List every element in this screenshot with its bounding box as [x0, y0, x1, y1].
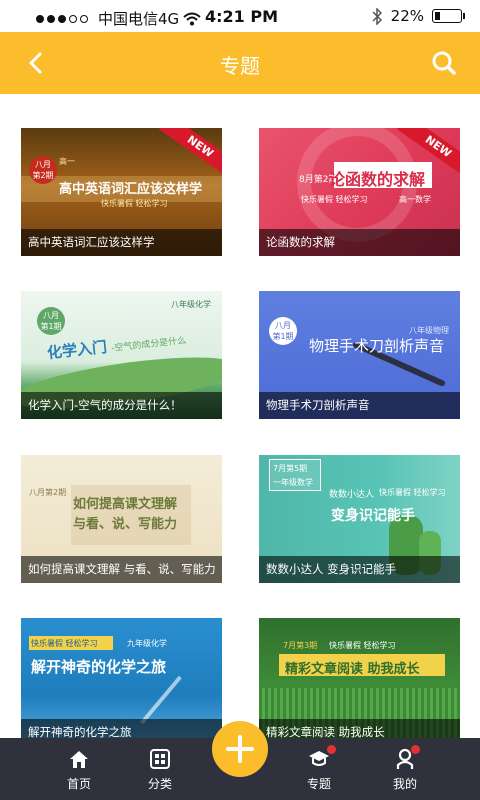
new-ribbon: NEW: [158, 128, 222, 180]
card-caption: 高中英语词汇应该这样学: [21, 229, 222, 256]
card-caption: 数数小达人 变身识记能手: [259, 556, 460, 583]
bluetooth-icon: [372, 7, 382, 25]
nav-label: 专题: [306, 777, 331, 791]
grid-icon: [150, 749, 170, 769]
card-caption: 化学入门-空气的成分是什么！: [21, 392, 222, 419]
carrier-label: 中国电信4G: [98, 10, 180, 28]
card-headline: 解开神奇的化学之旅: [31, 658, 167, 676]
nav-item-topics[interactable]: 专题: [289, 738, 349, 800]
nav-item-home[interactable]: 首页: [49, 738, 109, 800]
topic-card-function-solving[interactable]: 8月第2期 论函数的求解 快乐暑假 轻松学习 高一数学 NEW 论函数的求解: [259, 128, 460, 256]
topic-card-chemistry-journey[interactable]: 快乐暑假 轻松学习 九年级化学 解开神奇的化学之旅 解开神奇的化学之旅: [21, 618, 222, 746]
wifi-icon: [183, 12, 201, 25]
card-corner-tag: 九年级化学: [127, 639, 167, 648]
card-tag: 快乐暑假 轻松学习: [379, 488, 446, 497]
topic-card-reading-skills[interactable]: 八月第2期 如何提高课文理解 与看、说、写能力 如何提高课文理解 与看、说、写能…: [21, 455, 222, 583]
card-headline: 化学入门: [46, 337, 108, 363]
card-subheadline: 数数小达人: [329, 490, 375, 500]
card-headline: 高中英语词汇应该这样学: [59, 182, 203, 197]
page-title: 专题: [220, 54, 260, 78]
home-icon: [70, 751, 88, 768]
status-time: 4:21 PM: [205, 7, 279, 26]
plus-icon: [226, 735, 254, 763]
card-tag: 快乐暑假 轻松学习: [101, 199, 168, 208]
status-right: 22%: [371, 7, 465, 25]
add-button[interactable]: [212, 721, 268, 777]
card-subheadline: -空气的成分是什么: [110, 336, 187, 354]
topic-card-chemistry-air[interactable]: 八月 第1期 化学入门 -空气的成分是什么 八年级化学 化学入门-空气的成分是什么…: [21, 291, 222, 419]
nav-label: 我的: [392, 777, 417, 791]
battery-percent: 22%: [390, 7, 424, 25]
card-corner-tag: 高一: [59, 157, 75, 166]
card-tag: 快乐暑假 轻松学习: [301, 195, 368, 204]
card-headline: 变身识记能手: [331, 508, 415, 524]
topic-card-physics-sound[interactable]: 八月 第1期 物理手术刀剖析声音 八年级物理 物理手术刀剖析声音: [259, 291, 460, 419]
battery-icon: [432, 9, 465, 23]
notification-dot: [327, 745, 336, 754]
card-issue: 八月第2期: [29, 488, 67, 497]
card-headline: 精彩文章阅读 助我成长: [285, 662, 420, 677]
app-root: 中国电信4G 4:21 PM 22% 专题 八月 第2期 高中英语词汇应该这样学…: [0, 0, 480, 800]
card-caption: 物理手术刀剖析声音: [259, 392, 460, 419]
search-icon: [432, 51, 456, 75]
topic-card-counting-master[interactable]: 7月第5期 一年级数学 数数小达人 快乐暑假 轻松学习 变身识记能手 数数小达人…: [259, 455, 460, 583]
card-corner-tag: 八年级物理: [409, 326, 449, 335]
card-subheadline: 与看、说、写能力: [73, 517, 178, 532]
nav-label: 分类: [147, 777, 172, 791]
bottom-nav: 首页 分类 专题 我的: [0, 721, 480, 800]
topic-card-reading-growth[interactable]: 7月第3期 快乐暑假 轻松学习 精彩文章阅读 助我成长 精彩文章阅读 助我成长: [259, 618, 460, 746]
search-button[interactable]: [426, 45, 462, 81]
nav-item-mine[interactable]: 我的: [375, 738, 435, 800]
card-issue: 7月第5期: [273, 464, 308, 473]
topic-card-english-vocab[interactable]: 八月 第2期 高中英语词汇应该这样学 高一 快乐暑假 轻松学习 NEW 高中英语词…: [21, 128, 222, 256]
month-badge: 八月 第1期: [37, 307, 65, 335]
battery-fill: [435, 12, 440, 20]
card-headline: 如何提高课文理解: [73, 497, 178, 512]
card-headline: 论函数的求解: [329, 170, 426, 189]
card-caption: 论函数的求解: [259, 229, 460, 256]
app-header: 专题: [0, 32, 480, 94]
card-corner-tag: 高一数学: [399, 195, 431, 204]
month-badge: 八月 第2期: [29, 156, 57, 184]
status-left: 中国电信4G: [36, 8, 201, 29]
notification-dot: [411, 745, 420, 754]
month-badge: 八月 第1期: [269, 317, 297, 345]
signal-strength-icon: [36, 14, 88, 23]
card-issue: 7月第3期: [283, 641, 318, 650]
nav-label: 首页: [66, 777, 91, 791]
card-tag: 快乐暑假 轻松学习: [31, 639, 98, 648]
status-bar: 中国电信4G 4:21 PM 22%: [0, 0, 480, 32]
card-grade: 一年级数学: [273, 478, 313, 487]
nav-item-category[interactable]: 分类: [130, 738, 190, 800]
card-tag: 快乐暑假 轻松学习: [329, 641, 396, 650]
card-corner-tag: 八年级化学: [171, 300, 211, 309]
card-headline: 物理手术刀剖析声音: [309, 337, 445, 355]
card-caption: 如何提高课文理解 与看、说、写能力: [21, 556, 222, 583]
